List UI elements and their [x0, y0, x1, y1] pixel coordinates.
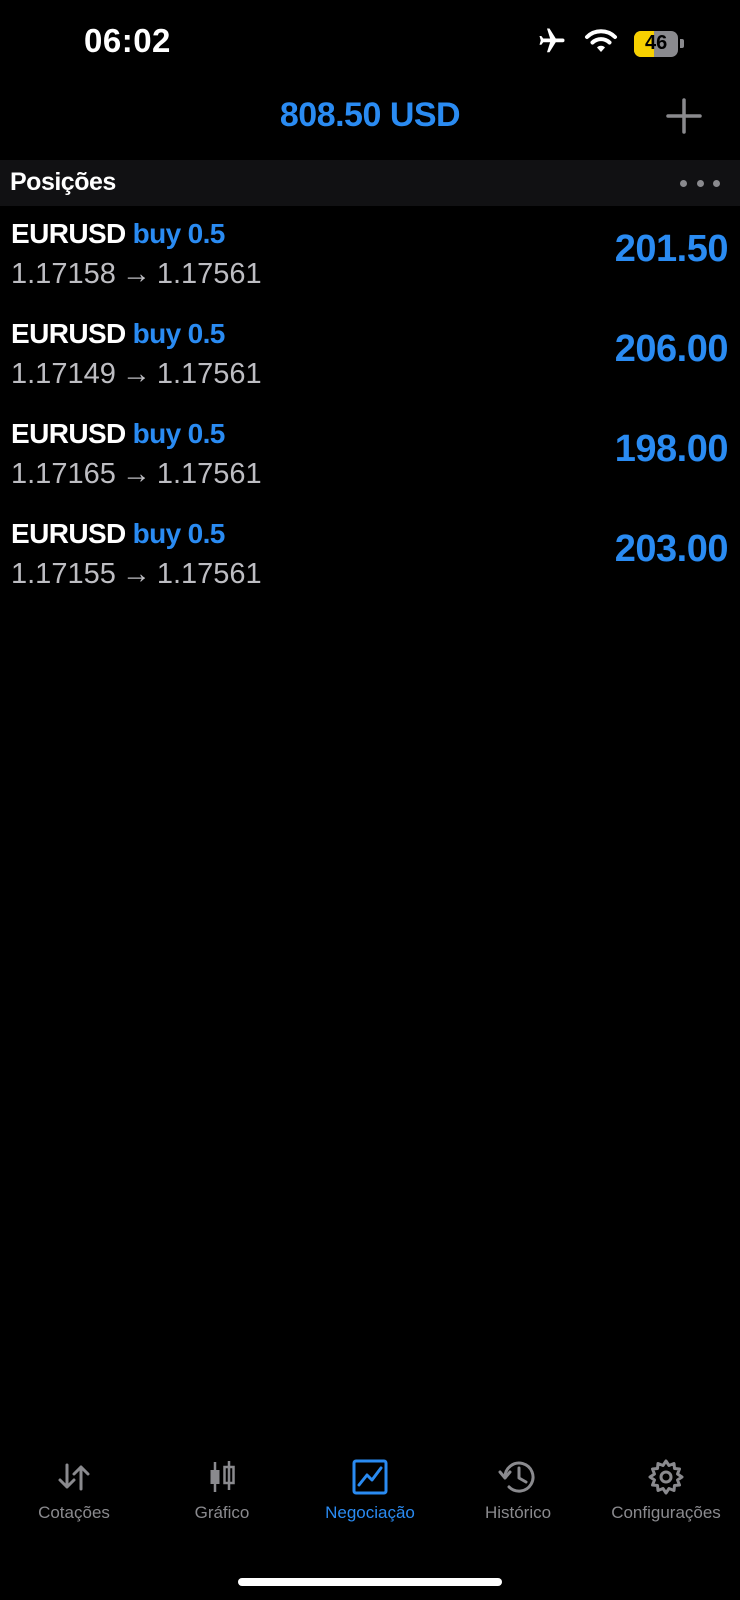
position-profit: 203.00 — [614, 528, 729, 570]
arrow-icon: → — [121, 358, 151, 390]
position-symbol: EURUSD — [11, 418, 126, 449]
status-time: 06:02 — [84, 22, 171, 59]
history-icon — [496, 1455, 540, 1499]
position-volume: 0.5 — [187, 218, 226, 249]
position-profit: 206.00 — [614, 328, 729, 370]
tab-history[interactable]: Histórico — [444, 1455, 592, 1535]
trade-icon — [348, 1455, 392, 1499]
open-price: 1.17155 — [11, 558, 116, 590]
plus-icon — [666, 98, 702, 134]
account-balance: 808.50 USD — [279, 96, 461, 134]
arrow-icon: → — [121, 258, 151, 290]
current-price: 1.17561 — [156, 558, 262, 590]
wifi-icon — [584, 27, 618, 60]
header: 808.50 USD — [0, 90, 740, 158]
tab-label: Negociação — [325, 1503, 415, 1522]
open-price: 1.17158 — [11, 258, 116, 290]
arrow-icon: → — [121, 558, 151, 590]
position-volume: 0.5 — [187, 318, 226, 349]
home-indicator — [238, 1578, 502, 1586]
tab-settings[interactable]: Configurações — [592, 1455, 740, 1535]
tab-quotes[interactable]: Cotações — [0, 1455, 148, 1535]
status-icons: 46 — [536, 26, 684, 61]
position-type: buy — [132, 218, 182, 249]
quotes-icon — [52, 1455, 96, 1499]
position-volume: 0.5 — [187, 418, 226, 449]
position-row[interactable]: EURUSD buy 0.5 1.17149 → 1.17561 206.00 — [0, 306, 740, 406]
position-symbol: EURUSD — [11, 318, 126, 349]
tab-label: Histórico — [484, 1503, 552, 1522]
tab-label: Gráfico — [194, 1503, 250, 1522]
battery-level: 46 — [644, 32, 668, 54]
position-volume: 0.5 — [187, 518, 226, 549]
position-type: buy — [132, 418, 182, 449]
section-title: Posições — [10, 168, 116, 196]
position-profit: 201.50 — [614, 228, 729, 270]
ellipsis-icon[interactable] — [680, 168, 720, 198]
position-row[interactable]: EURUSD buy 0.5 1.17158 → 1.17561 201.50 — [0, 206, 740, 306]
positions-list: EURUSD buy 0.5 1.17158 → 1.17561 201.50 EURU… — [0, 206, 740, 606]
tab-trade[interactable]: Negociação — [296, 1455, 444, 1535]
status-bar: 06:02 46 — [0, 0, 740, 90]
open-price: 1.17149 — [11, 358, 116, 390]
position-row[interactable]: EURUSD buy 0.5 1.17165 → 1.17561 198.00 — [0, 406, 740, 506]
position-profit: 198.00 — [614, 428, 729, 470]
position-symbol: EURUSD — [11, 518, 126, 549]
tab-bar: Cotações Gráfico Negociação Histórico Co… — [0, 1455, 740, 1535]
tab-label: Configurações — [611, 1503, 721, 1522]
position-symbol: EURUSD — [11, 218, 126, 249]
tab-chart[interactable]: Gráfico — [148, 1455, 296, 1535]
current-price: 1.17561 — [156, 258, 262, 290]
position-type: buy — [132, 518, 182, 549]
chart-icon — [200, 1455, 244, 1499]
battery-icon: 46 — [634, 30, 684, 57]
positions-section-header: Posições — [0, 160, 740, 206]
current-price: 1.17561 — [156, 458, 262, 490]
settings-icon — [644, 1455, 688, 1499]
current-price: 1.17561 — [156, 358, 262, 390]
airplane-icon — [536, 26, 568, 61]
arrow-icon: → — [121, 458, 151, 490]
tab-label: Cotações — [38, 1503, 110, 1522]
position-type: buy — [132, 318, 182, 349]
open-price: 1.17165 — [11, 458, 116, 490]
position-row[interactable]: EURUSD buy 0.5 1.17155 → 1.17561 203.00 — [0, 506, 740, 606]
add-order-button[interactable] — [662, 94, 706, 138]
